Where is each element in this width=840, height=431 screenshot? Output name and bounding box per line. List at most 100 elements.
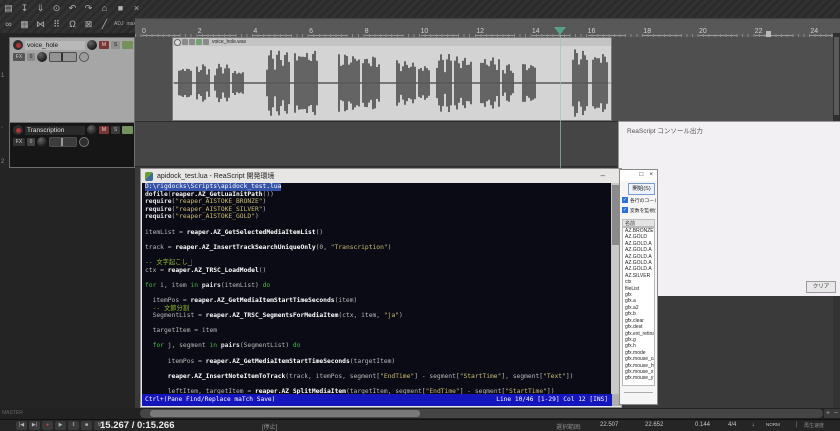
code-line[interactable]: for j, segment in pairs(SegmentList) do <box>145 342 613 350</box>
env-button[interactable] <box>122 41 133 49</box>
horizontal-scrollbar[interactable] <box>140 409 823 418</box>
time-signature[interactable]: 4/4 <box>728 422 736 428</box>
volume-knob[interactable] <box>37 137 47 147</box>
lock-icon[interactable]: ⊠ <box>82 18 95 30</box>
ide-title-bar[interactable]: apidock_test.lua - ReaScript 開発環境 – <box>141 169 621 183</box>
code-line[interactable] <box>145 236 613 244</box>
fx-button[interactable]: FX <box>13 138 25 146</box>
solo-button[interactable]: S <box>111 41 120 49</box>
close-icon[interactable]: × <box>649 172 653 179</box>
watch-variable-list[interactable]: AZ.BRONZEAZ.GOLDAZ.GOLD.AAZ.GOLD.AAZ.GOL… <box>622 227 655 386</box>
transport-time-display[interactable]: 15.267 / 0:15.266 <box>100 420 174 431</box>
code-line[interactable]: -- 文節分割 <box>145 305 613 313</box>
code-line[interactable] <box>145 221 613 229</box>
playrate-label[interactable]: 再生速度 <box>804 422 824 429</box>
item-loop-icon[interactable] <box>174 39 181 46</box>
zoom-out-button[interactable]: − <box>832 409 840 418</box>
pan-knob[interactable] <box>87 40 97 50</box>
routing-icon[interactable]: ⋈ <box>34 18 47 30</box>
mute-button[interactable]: M <box>99 41 109 49</box>
item-properties-icon[interactable]: ■ <box>114 2 127 14</box>
code-editor[interactable]: D:\rigdocks\Scripts\apidock_test.luadofi… <box>142 183 613 396</box>
volume-fader[interactable] <box>49 52 77 62</box>
code-line[interactable]: SegmentList = reaper.AZ_TRSC_SegmentsFor… <box>145 312 613 320</box>
magnet-snap-icon[interactable]: Ω <box>66 18 79 30</box>
solo-button[interactable]: S <box>111 126 120 134</box>
play-cursor-marker[interactable] <box>554 27 566 35</box>
open-project-icon[interactable]: ↧ <box>18 2 31 14</box>
redo-icon[interactable]: ↷ <box>82 2 95 14</box>
item-group-icon[interactable] <box>196 39 202 45</box>
pencil-icon[interactable]: ╱ <box>98 18 111 30</box>
save-project-icon[interactable]: ⇓ <box>34 2 47 14</box>
code-line[interactable]: require("reaper_AISTOKE_GOLD") <box>145 213 613 221</box>
code-line[interactable]: targetItem = item <box>145 327 613 335</box>
checkbox-checked-icon[interactable]: ✓ <box>622 207 628 213</box>
go-to-start-button[interactable]: |◀ <box>16 421 27 430</box>
code-line[interactable] <box>145 320 613 328</box>
dots-grid-icon[interactable]: ⠿ <box>50 18 63 30</box>
selection-end[interactable]: 22.652 <box>645 422 663 428</box>
tempo-note-icon[interactable]: ♩ <box>752 422 758 428</box>
pause-button[interactable]: ‖ <box>68 421 79 430</box>
code-line[interactable] <box>145 380 613 388</box>
watch-variable-row[interactable]: gfx.mouse_y <box>623 375 654 381</box>
go-to-end-button[interactable]: ▶| <box>29 421 40 430</box>
vertical-scrollbar[interactable] <box>833 33 840 121</box>
zoom-in-button[interactable]: + <box>824 409 832 418</box>
code-line[interactable] <box>145 251 613 259</box>
code-line[interactable]: itemPos = reaper.AZ_GetMediaItemStartTim… <box>145 297 613 305</box>
track-panel-transcription[interactable]: Transcription M S FX 0 <box>9 122 135 168</box>
item-lock-icon[interactable] <box>182 39 188 45</box>
grid-icon[interactable]: ▦ <box>18 18 31 30</box>
script-watch-window[interactable]: □ × 開始(S) ✓ 各行のコード評価 ✓ 変数を監視(W) 名前 AZ.BR… <box>619 169 658 405</box>
code-line[interactable]: track = reaper.AZ_InsertTrackSearchUniqu… <box>145 244 613 252</box>
stop-button[interactable]: ■ <box>81 421 92 430</box>
track-name-field[interactable]: voice_hole <box>25 41 85 50</box>
reascript-ide-window[interactable]: apidock_test.lua - ReaScript 開発環境 – D:\r… <box>140 168 622 408</box>
start-button[interactable]: 開始(S) <box>628 183 655 195</box>
maximize-icon[interactable]: □ <box>639 172 643 179</box>
fx-button[interactable]: FX <box>13 53 25 61</box>
track-panel-voice-hole[interactable]: voice_hole M S FX 0 <box>9 37 135 123</box>
volume-fader[interactable] <box>49 137 77 147</box>
watch-variable-row[interactable]: gfx.ext_retina <box>623 331 654 337</box>
watch-variable-row[interactable]: gfx.mouse_hwheel <box>623 363 654 369</box>
watch-variable-row[interactable]: AZ.GOLD.A <box>623 266 654 272</box>
env-button[interactable] <box>122 126 133 134</box>
routing-button[interactable] <box>79 52 89 62</box>
timeline-ruler[interactable]: 00:00.00020:02.00040:04.00060:06.00080:0… <box>135 18 840 38</box>
undo-icon[interactable]: ↶ <box>66 2 79 14</box>
code-line[interactable]: -- 文字起こし█ <box>145 259 613 267</box>
checkbox-checked-icon[interactable]: ✓ <box>622 197 628 203</box>
media-item-voice-hole[interactable]: voice_hole.wav <box>172 37 612 121</box>
code-line[interactable]: itemList = reaper.AZ_GetSelectedMediaIte… <box>145 229 613 237</box>
code-line[interactable] <box>145 365 613 373</box>
routing-button[interactable] <box>79 137 89 147</box>
track-name-field[interactable]: Transcription <box>25 126 85 135</box>
code-line[interactable]: for i, item in pairs(itemList) do <box>145 282 613 290</box>
record-button[interactable]: ● <box>42 421 53 430</box>
new-project-icon[interactable]: ▤ <box>2 2 15 14</box>
io-count-button[interactable]: 0 <box>27 138 35 146</box>
item-notes-icon[interactable] <box>189 39 195 45</box>
pan-knob[interactable] <box>87 125 97 135</box>
item-fx-icon[interactable] <box>203 39 209 45</box>
minimize-icon[interactable]: – <box>601 171 605 180</box>
code-line[interactable] <box>145 274 613 282</box>
io-count-button[interactable]: 0 <box>27 53 35 61</box>
project-settings-icon[interactable]: ⊙ <box>50 2 63 14</box>
norm-indicator[interactable]: NORM <box>766 422 780 427</box>
home-icon[interactable]: ⌂ <box>98 2 111 14</box>
link-icon[interactable]: ∞ <box>2 18 15 30</box>
code-line[interactable] <box>145 289 613 297</box>
code-line[interactable]: require("reaper_AISTOKE_BRONZE") <box>145 198 613 206</box>
record-arm-button[interactable] <box>13 40 23 50</box>
selection-start[interactable]: 22.507 <box>600 422 618 428</box>
splitter-handle[interactable] <box>624 392 653 396</box>
play-button[interactable]: ▶ <box>55 421 66 430</box>
code-line[interactable]: itemPos = reaper.AZ_GetMediaItemStartTim… <box>145 358 613 366</box>
adj-button[interactable]: ADJ <box>114 18 123 30</box>
watch-variable-row[interactable]: gfx.mouse_cap <box>623 356 654 362</box>
mute-button[interactable]: M <box>99 126 109 134</box>
